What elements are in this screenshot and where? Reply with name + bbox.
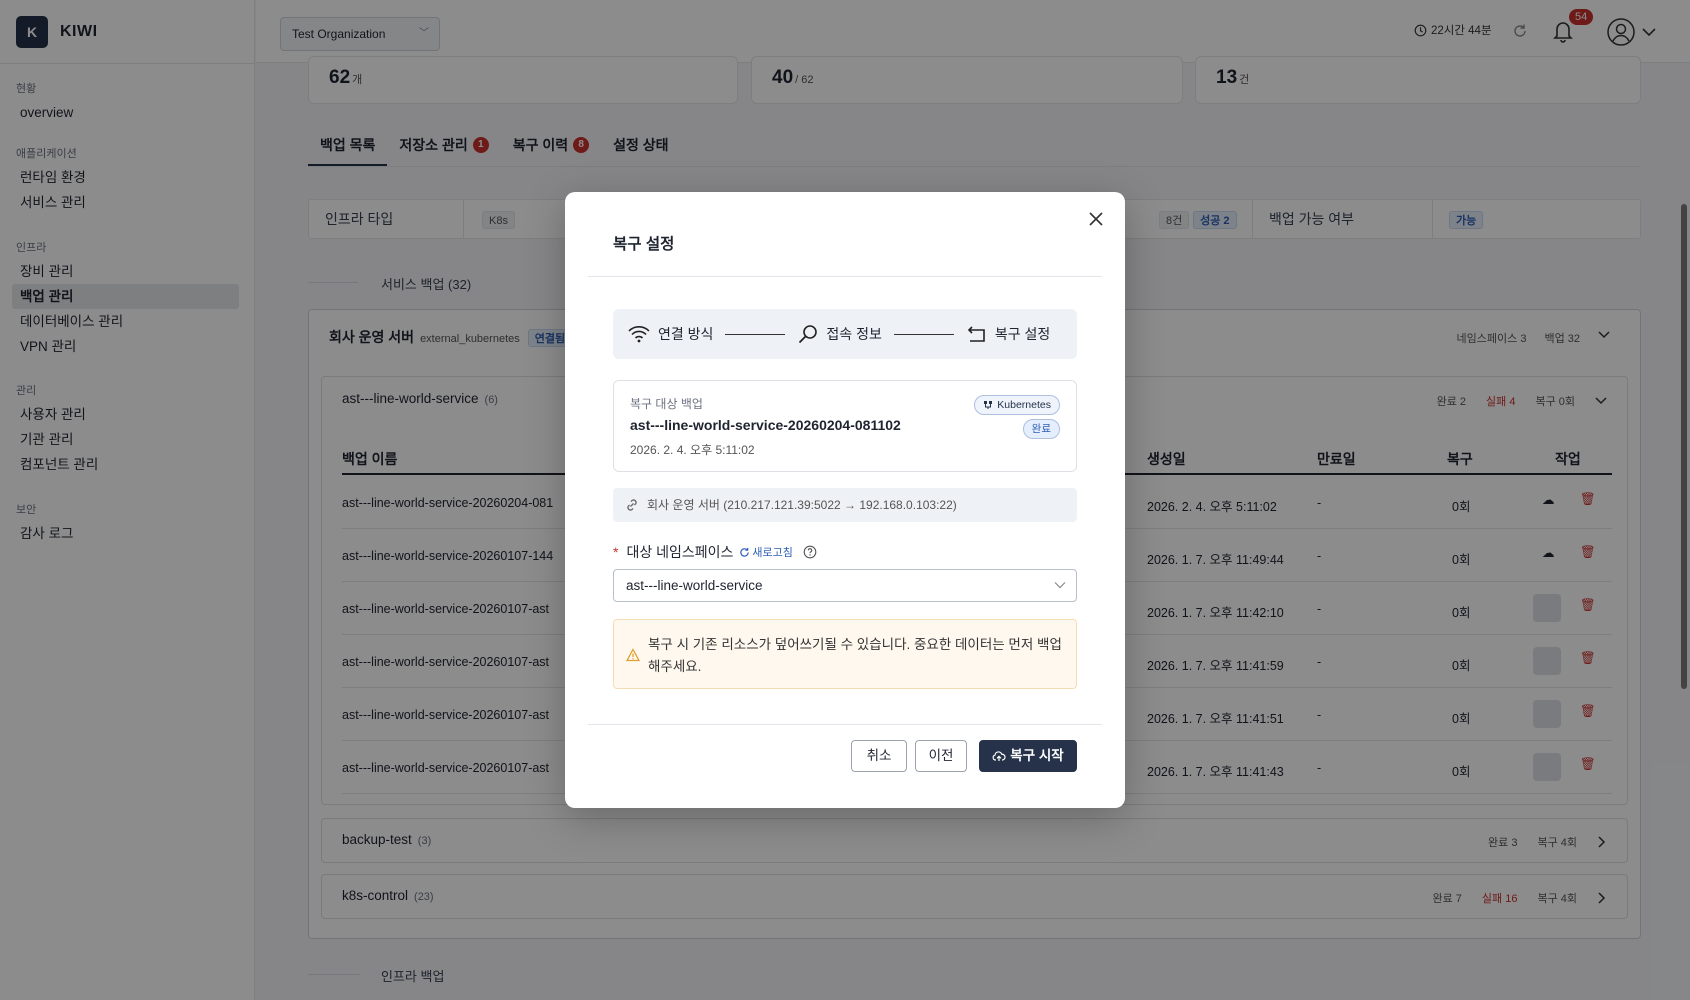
target-backup-name: ast---line-world-service-20260204-081102	[630, 417, 901, 433]
chevron-down-icon	[1054, 582, 1066, 589]
overwrite-warning: 복구 시 기존 리소스가 덮어쓰기될 수 있습니다. 중요한 데이터는 먼저 백…	[613, 619, 1077, 689]
status-badge: 완료	[1022, 419, 1060, 439]
start-restore-button[interactable]: 복구 시작	[979, 740, 1077, 772]
step-restore-settings: 복구 설정	[966, 324, 1050, 344]
warning-icon	[626, 648, 640, 662]
step-connector	[725, 333, 786, 335]
namespace-select[interactable]: ast---line-world-service	[613, 569, 1077, 602]
kubernetes-icon	[984, 401, 993, 409]
step-access-info: 접속 정보	[797, 323, 882, 345]
return-icon	[967, 326, 985, 342]
modal-divider	[588, 724, 1102, 725]
target-backup-card: 복구 대상 백업 ast---line-world-service-202602…	[613, 380, 1077, 472]
step-indicator: 연결 방식 접속 정보 복구 설정	[613, 309, 1077, 359]
previous-button[interactable]: 이전	[915, 740, 967, 772]
target-backup-date: 2026. 2. 4. 오후 5:11:02	[630, 443, 755, 457]
wifi-icon	[628, 326, 650, 343]
link-icon	[627, 499, 637, 511]
kubernetes-badge: Kubernetes	[974, 395, 1060, 415]
namespace-select-value: ast---line-world-service	[626, 578, 763, 593]
close-icon[interactable]	[1085, 208, 1107, 230]
connection-info: 회사 운영 서버 (210.217.121.39:5022 → 192.168.…	[613, 488, 1077, 522]
refresh-icon	[740, 547, 750, 557]
cloud-upload-icon	[992, 751, 1006, 761]
refresh-namespaces-link[interactable]: 새로고침	[739, 544, 793, 560]
namespace-field-label: * 대상 네임스페이스 새로고침	[613, 542, 817, 562]
restore-settings-modal: 복구 설정 연결 방식 접속 정보 복구 설정 복구 대상 백업 ast---l…	[565, 192, 1125, 808]
modal-divider	[588, 276, 1102, 277]
modal-title: 복구 설정	[613, 236, 675, 253]
cancel-button[interactable]: 취소	[851, 740, 907, 772]
step-connection: 연결 방식	[627, 324, 713, 344]
target-backup-label: 복구 대상 백업	[630, 397, 703, 411]
step-connector	[893, 333, 954, 335]
help-icon[interactable]	[803, 545, 817, 559]
warning-text: 복구 시 기존 리소스가 덮어쓰기될 수 있습니다. 중요한 데이터는 먼저 백…	[648, 637, 1062, 674]
search-icon	[799, 325, 818, 344]
